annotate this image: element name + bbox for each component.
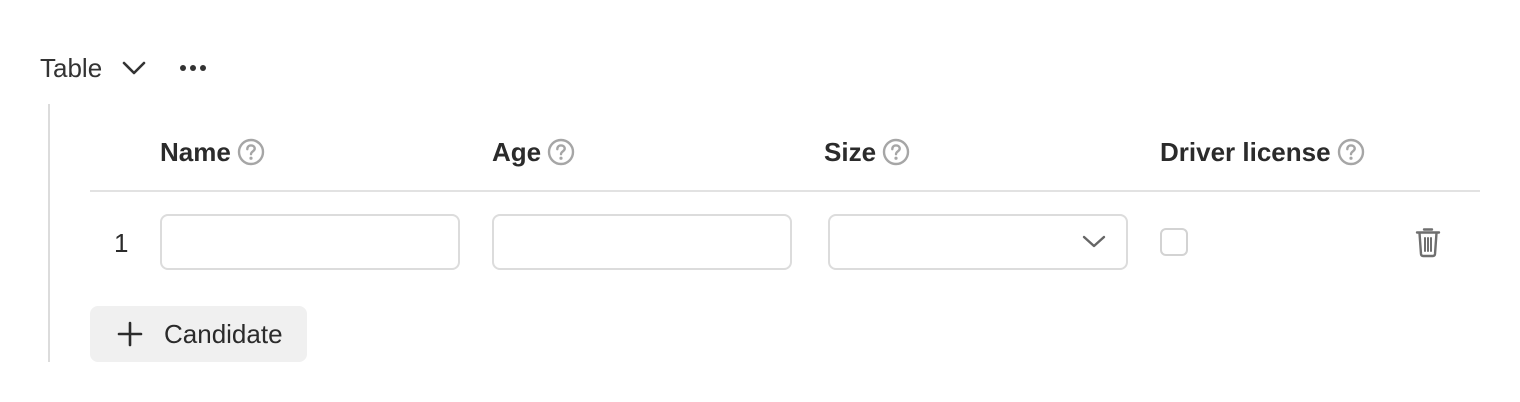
add-candidate-button[interactable]: Candidate <box>90 306 307 362</box>
chevron-down-icon <box>1082 235 1106 248</box>
size-select[interactable] <box>828 214 1128 270</box>
add-candidate-label: Candidate <box>164 318 283 349</box>
column-header-size: Size <box>824 132 910 172</box>
question-circle-icon[interactable] <box>1337 138 1365 166</box>
table-header: Table <box>40 48 214 88</box>
column-header-age: Age <box>492 132 575 172</box>
more-horizontal-icon <box>180 65 207 71</box>
collapse-toggle-button[interactable] <box>114 48 154 88</box>
plus-icon <box>117 321 143 347</box>
question-circle-icon[interactable] <box>882 138 910 166</box>
question-circle-icon[interactable] <box>547 138 575 166</box>
delete-row-button[interactable] <box>1408 222 1448 262</box>
driver-license-checkbox[interactable] <box>1160 228 1188 256</box>
age-input[interactable] <box>492 214 792 270</box>
column-header-label: Driver license <box>1160 136 1331 167</box>
column-header-label: Name <box>160 136 231 167</box>
name-input[interactable] <box>160 214 460 270</box>
header-divider <box>90 190 1480 192</box>
chevron-down-icon <box>122 61 146 75</box>
column-header-label: Size <box>824 136 877 167</box>
column-header-label: Age <box>492 136 542 167</box>
panel-left-border <box>48 104 50 362</box>
column-header-name: Name <box>160 132 265 172</box>
row-index: 1 <box>114 228 129 258</box>
more-options-button[interactable] <box>174 48 214 88</box>
question-circle-icon[interactable] <box>237 138 265 166</box>
table-title: Table <box>40 52 103 83</box>
trash-icon <box>1415 228 1441 258</box>
column-header-driver-license: Driver license <box>1160 132 1365 172</box>
